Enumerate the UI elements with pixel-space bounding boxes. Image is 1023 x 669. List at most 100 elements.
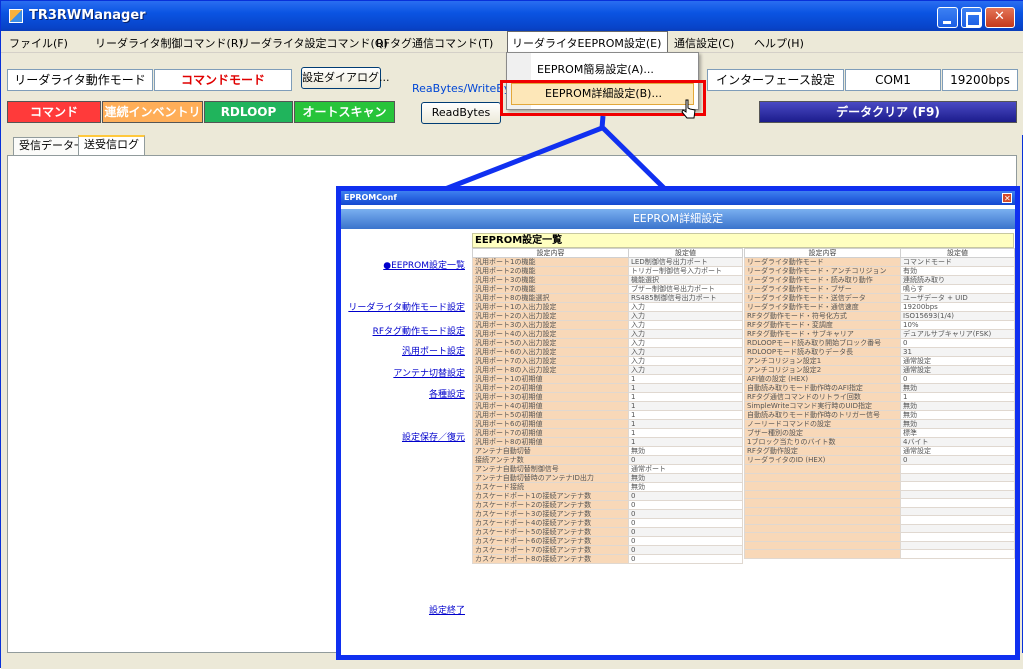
table-row [744, 549, 1015, 559]
setting-name-cell: カスケード接続 [472, 482, 629, 492]
setting-value-cell: 入力 [628, 320, 743, 330]
menu-file[interactable]: ファイル(F) [9, 35, 68, 51]
setting-name-cell [744, 540, 901, 550]
mode-value: コマンドモード [154, 69, 292, 91]
setting-name-cell: 自動読み取りモード動作時のトリガー信号 [744, 410, 901, 420]
command-button[interactable]: コマンド [7, 101, 101, 123]
menu-comm-settings[interactable]: 通信設定(C) [674, 35, 734, 51]
setting-value-cell: 10% [900, 320, 1015, 330]
setting-name-cell: 汎用ポート3の機能 [472, 275, 629, 285]
readbytes-button[interactable]: ReadBytes [421, 102, 501, 124]
table-row [744, 506, 1015, 516]
popup-main: EEPROM設定一覧 設定内容 設定値 汎用ポート1の機能 LED制御信号出力ポー… [472, 233, 1015, 655]
menu-help[interactable]: ヘルプ(H) [754, 35, 804, 51]
rdloop-button[interactable]: RDLOOP [204, 101, 293, 123]
highlight-frame [500, 80, 706, 116]
setting-value-cell: デュアルサブキャリア(FSK) [900, 329, 1015, 339]
nav-exit[interactable]: 設定終了 [429, 603, 465, 616]
setting-name-cell: RFタグ動作モード・符号化方式 [744, 311, 901, 321]
setting-name-cell: アンテナ自動切替 [472, 446, 629, 456]
menu-rw-settings[interactable]: リーダライタ設定コマンド(Q) [239, 35, 388, 51]
table-row: 汎用ポート7の初期値 1 [472, 428, 743, 438]
setting-name-cell: カスケードポート8の接続アンテナ数 [472, 554, 629, 564]
setting-value-cell: 0 [628, 545, 743, 555]
setting-name-cell [744, 472, 901, 482]
table-row: アンテナ自動切替時のアンテナID出力 無効 [472, 473, 743, 483]
setting-name-cell: RFタグ動作設定 [744, 446, 901, 456]
table-row: ノーリードコマンドの設定 無効 [744, 419, 1015, 429]
continuous-inventory-button[interactable]: 連続インベントリ [102, 101, 203, 123]
setting-name-cell: ノーリードコマンドの設定 [744, 419, 901, 429]
col-header-key: 設定内容 [472, 248, 629, 258]
setting-value-cell [900, 498, 1015, 508]
setting-value-cell: 1 [628, 383, 743, 393]
setting-value-cell: 0 [628, 518, 743, 528]
autoscan-button[interactable]: オートスキャン [294, 101, 395, 123]
table-row: RFタグ動作モード・サブキャリア デュアルサブキャリア(FSK) [744, 329, 1015, 339]
tab-send-receive-log[interactable]: 送受信ログ [78, 135, 145, 155]
close-button[interactable] [985, 7, 1015, 28]
setting-value-cell: 無効 [628, 446, 743, 456]
menu-eeprom[interactable]: リーダライタEEPROM設定(E) [512, 35, 661, 51]
popup-title-bar[interactable]: EPROMConf [341, 191, 1015, 206]
maximize-button[interactable] [961, 7, 982, 28]
popup-close-icon[interactable] [1002, 192, 1012, 206]
setting-name-cell: 汎用ポート3の初期値 [472, 392, 629, 402]
nav-misc[interactable]: 各種設定 [429, 387, 465, 400]
settings-dialog-button[interactable]: 設定ダイアログ... [301, 67, 390, 89]
table-row [744, 464, 1015, 474]
setting-value-cell: 0 [628, 527, 743, 537]
port-value: COM1 [845, 69, 941, 91]
setting-value-cell: 入力 [628, 338, 743, 348]
setting-name-cell: 接続アンテナ数 [472, 455, 629, 465]
setting-name-cell: カスケードポート3の接続アンテナ数 [472, 509, 629, 519]
setting-name-cell: アンチコリジョン設定1 [744, 356, 901, 366]
nav-rw-mode[interactable]: リーダライタ動作モード設定 [348, 300, 465, 313]
nav-port[interactable]: 汎用ポート設定 [402, 344, 465, 357]
setting-value-cell: 0 [628, 455, 743, 465]
setting-value-cell: 1 [628, 419, 743, 429]
minimize-button[interactable] [937, 7, 958, 28]
setting-name-cell: 汎用ポート8の機能選択 [472, 293, 629, 303]
nav-rf-mode[interactable]: RFタグ動作モード設定 [373, 324, 465, 337]
table-row: リーダライタ動作モード コマンドモード [744, 257, 1015, 267]
table-row: RFタグ動作設定 通常設定 [744, 446, 1015, 456]
setting-value-cell: 1 [628, 374, 743, 384]
table-row: 汎用ポート4の入出力設定 入力 [472, 329, 743, 339]
table-row: 接続アンテナ数 0 [472, 455, 743, 465]
table-row: リーダライタ動作モード・通信速度 19200bps [744, 302, 1015, 312]
nav-eeprom-list[interactable]: ●EEPROM設定一覧 [383, 258, 465, 271]
table-row: リーダライタ動作モード・読み取り動作 連続読み取り [744, 275, 1015, 285]
setting-name-cell [744, 532, 901, 542]
table-row: カスケードポート4の接続アンテナ数 0 [472, 518, 743, 528]
table-row: 汎用ポート1の初期値 1 [472, 374, 743, 384]
table-row: 自動読み取りモード動作時のトリガー信号 無効 [744, 410, 1015, 420]
table-row: 汎用ポート2の機能 トリガー制御信号入力ポート [472, 266, 743, 276]
menu-eeprom-open[interactable]: リーダライタEEPROM設定(E) [507, 31, 668, 53]
data-clear-button[interactable]: データクリア (F9) [759, 101, 1017, 123]
setting-value-cell: 通常設定 [900, 356, 1015, 366]
setting-name-cell: AFI値の設定 (HEX) [744, 374, 901, 384]
setting-name-cell [744, 481, 901, 491]
setting-value-cell [900, 506, 1015, 516]
table-row [744, 515, 1015, 525]
setting-value-cell: 通常設定 [900, 446, 1015, 456]
setting-name-cell: 汎用ポート2の機能 [472, 266, 629, 276]
table-row: 汎用ポート8の初期値 1 [472, 437, 743, 447]
setting-value-cell [900, 472, 1015, 482]
table-row: 汎用ポート5の入出力設定 入力 [472, 338, 743, 348]
menu-item-eeprom-simple[interactable]: EEPROM簡易設定(A)... [537, 61, 654, 77]
table-row: 汎用ポート3の入出力設定 入力 [472, 320, 743, 330]
title-bar[interactable]: TR3RWManager [1, 1, 1023, 31]
nav-antenna[interactable]: アンテナ切替設定 [393, 366, 465, 379]
table-row: 汎用ポート3の初期値 1 [472, 392, 743, 402]
menu-rf-tag[interactable]: RFタグ通信コマンド(T) [376, 35, 493, 51]
menu-rw-control[interactable]: リーダライタ制御コマンド(R) [95, 35, 243, 51]
setting-value-cell: ブザー制御信号出力ポート [628, 284, 743, 294]
nav-save-restore[interactable]: 設定保存／復元 [402, 430, 465, 443]
setting-name-cell: リーダライタ動作モード・読み取り動作 [744, 275, 901, 285]
mouse-cursor-icon [681, 99, 696, 119]
setting-name-cell: 汎用ポート5の入出力設定 [472, 338, 629, 348]
table-row: アンテナ自動切替制御信号 通常ポート [472, 464, 743, 474]
table-row: カスケードポート6の接続アンテナ数 0 [472, 536, 743, 546]
